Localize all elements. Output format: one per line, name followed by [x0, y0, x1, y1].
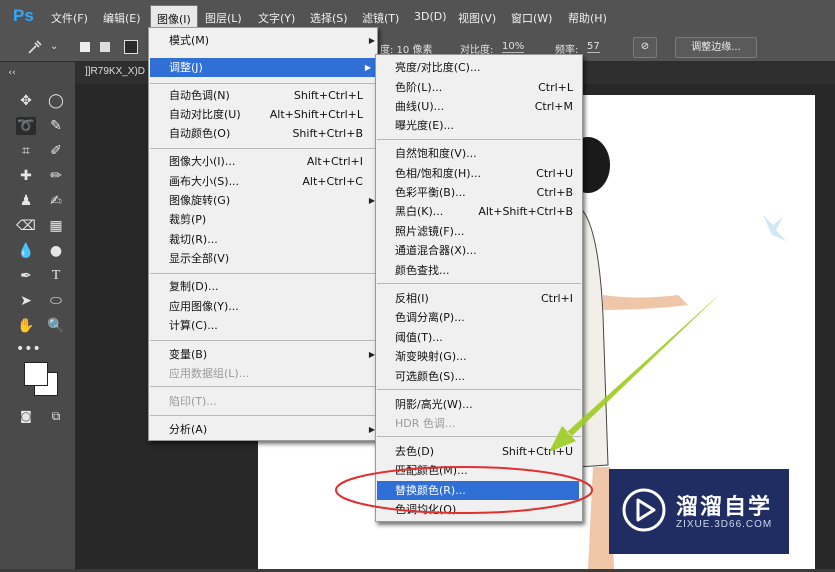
watermark-title: 溜溜自学: [676, 495, 773, 520]
watermark-url: ZIXUE.3D66.COM: [676, 519, 773, 530]
pointer-arrow: [549, 292, 722, 452]
highlight-circle: [335, 466, 593, 514]
watermark-logo: 溜溜自学 ZIXUE.3D66.COM: [609, 469, 789, 554]
play-logo-icon: [622, 488, 666, 532]
